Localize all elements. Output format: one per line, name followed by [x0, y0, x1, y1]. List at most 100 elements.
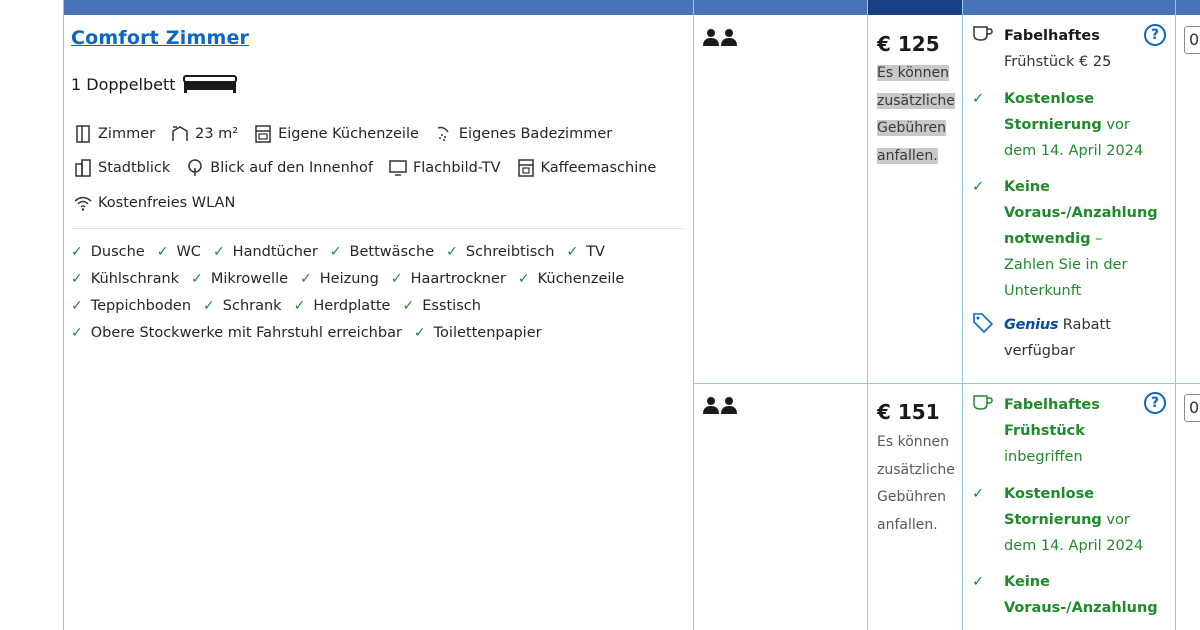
amenity-item: ✓ Küchenzeile: [518, 271, 625, 287]
facility-item: Stadtblick: [73, 158, 170, 178]
tag-icon: [973, 313, 994, 334]
amenity-label: Haartrockner: [410, 271, 506, 287]
price-amount: € 151: [877, 400, 940, 424]
help-icon[interactable]: ?: [1144, 392, 1166, 414]
table-header-bar: [63, 0, 1200, 15]
amenity-item: ✓ Teppichboden: [71, 298, 191, 314]
facilities-row: Zimmer 23 m² Eigene Küchenzeile Eigenes …: [73, 124, 627, 144]
check-icon: ✓: [972, 91, 985, 107]
row-divider: [693, 383, 1200, 384]
column-divider: [867, 0, 868, 630]
bed-label: 1 Doppelbett: [71, 74, 176, 94]
coffee-cup-icon: [973, 26, 993, 41]
amenities-row: ✓ Teppichboden ✓ Schrank ✓ Herdplatte ✓ Esstisc…: [71, 298, 493, 314]
prepayment-condition: ✓ Keine Voraus-/Anzahlung: [972, 569, 1172, 621]
amenity-item: ✓ Herdplatte: [294, 298, 391, 314]
amenity-label: Toilettenpapier: [433, 325, 542, 341]
amenity-item: ✓ Heizung: [300, 271, 379, 287]
price-column-header: [868, 0, 962, 15]
facilities-row: Kostenfreies WLAN: [73, 193, 250, 213]
check-icon: ✓: [402, 298, 415, 314]
facility-item: Kaffeemaschine: [516, 158, 656, 178]
coffee-cup-icon: [973, 395, 993, 410]
breakfast-condition: Fabelhaftes Frühstück € 25: [972, 23, 1172, 75]
check-icon: ✓: [203, 298, 215, 314]
cancellation-condition: ✓ Kostenlose Stornierung vor dem 14. April…: [972, 86, 1172, 164]
amenity-item: ✓ Schreibtisch: [446, 244, 554, 260]
amenity-label: Schrank: [222, 298, 282, 314]
facility-item: Flachbild-TV: [388, 158, 501, 178]
check-icon: ✓: [413, 325, 426, 341]
amenity-item: ✓ Bettwäsche: [330, 244, 434, 260]
amenities-row: ✓ Dusche ✓ WC ✓ Handtücher ✓ Bettwäsche ✓ Schreib…: [71, 244, 617, 260]
check-icon: ✓: [972, 574, 985, 590]
room-quantity-select[interactable]: 0: [1184, 26, 1200, 54]
facilities-row: Stadtblick Blick auf den Innenhof Flachb…: [73, 158, 671, 178]
facility-item: Zimmer: [73, 124, 155, 144]
amenity-label: Mikrowelle: [210, 271, 289, 287]
amenity-item: ✓ Obere Stockwerke mit Fahrstuhl erreichb…: [71, 325, 402, 341]
facility-item: Kostenfreies WLAN: [73, 193, 235, 213]
column-divider: [962, 0, 963, 630]
amenity-label: WC: [176, 244, 201, 260]
amenity-item: ✓ TV: [566, 244, 605, 260]
price-amount: € 125: [877, 32, 940, 56]
amenity-item: ✓ Schrank: [203, 298, 282, 314]
amenity-label: Heizung: [319, 271, 379, 287]
amenities-row: ✓ Kühlschrank ✓ Mikrowelle ✓ Heizung ✓ Haartroc…: [71, 271, 636, 287]
amenity-item: ✓ Haartrockner: [391, 271, 506, 287]
check-icon: ✓: [71, 244, 83, 260]
facility-item: 23 m²: [170, 124, 238, 144]
bed-info: 1 Doppelbett: [71, 74, 238, 94]
amenities-row: ✓ Obere Stockwerke mit Fahrstuhl erreichb…: [71, 325, 554, 341]
amenity-label: Dusche: [90, 244, 145, 260]
check-icon: ✓: [972, 486, 985, 502]
check-icon: ✓: [300, 271, 312, 287]
amenity-item: ✓ Mikrowelle: [191, 271, 288, 287]
amenity-label: Küchenzeile: [537, 271, 625, 287]
check-icon: ✓: [390, 271, 403, 287]
door-icon: [76, 125, 90, 143]
amenity-item: ✓ Kühlschrank: [71, 271, 179, 287]
amenity-label: Herdplatte: [313, 298, 391, 314]
amenity-item: ✓ Esstisch: [402, 298, 480, 314]
amenity-label: Teppichboden: [90, 298, 192, 314]
fee-note: Es können zusätzliche Gebühren anfallen.: [877, 65, 955, 164]
check-icon: ✓: [212, 244, 225, 260]
two-guests-icon: [703, 29, 737, 46]
column-divider: [1175, 0, 1176, 630]
shower-icon: [437, 126, 449, 141]
section-divider: [71, 228, 685, 229]
amenity-label: Esstisch: [422, 298, 481, 314]
check-icon: ✓: [972, 179, 985, 195]
cancellation-condition: ✓ Kostenlose Stornierung vor dem 14. April…: [972, 481, 1172, 559]
amenity-label: TV: [586, 244, 605, 260]
help-icon[interactable]: ?: [1144, 24, 1166, 46]
check-icon: ✓: [446, 244, 458, 260]
check-icon: ✓: [517, 271, 530, 287]
column-divider: [693, 0, 694, 630]
amenity-item: ✓ Handtücher: [213, 244, 318, 260]
check-icon: ✓: [71, 298, 83, 314]
room-quantity-select[interactable]: 0: [1184, 394, 1200, 422]
kitchenette-icon: [255, 125, 271, 143]
room-title-link[interactable]: Comfort Zimmer: [71, 27, 249, 49]
amenity-label: Schreibtisch: [465, 244, 555, 260]
conditions-list: Fabelhaftes Frühstück € 25 ✓ Kostenlose St…: [972, 23, 1172, 364]
facility-item: Eigene Küchenzeile: [253, 124, 419, 144]
double-bed-icon: [182, 75, 237, 93]
wifi-icon: [74, 196, 92, 211]
check-icon: ✓: [329, 244, 342, 260]
facility-item: Blick auf den Innenhof: [185, 158, 373, 178]
facility-item: Eigenes Badezimmer: [434, 124, 612, 144]
column-divider: [63, 0, 64, 630]
breakfast-condition: Fabelhaftes Frühstück inbegriffen: [972, 392, 1172, 470]
check-icon: ✓: [191, 271, 203, 287]
amenity-item: ✓ WC: [157, 244, 201, 260]
amenity-label: Handtücher: [232, 244, 318, 260]
city-view-icon: [75, 159, 91, 177]
two-guests-icon: [703, 397, 737, 414]
amenity-label: Bettwäsche: [349, 244, 435, 260]
check-icon: ✓: [71, 271, 83, 287]
genius-discount: Genius Rabatt verfügbar: [972, 312, 1172, 364]
